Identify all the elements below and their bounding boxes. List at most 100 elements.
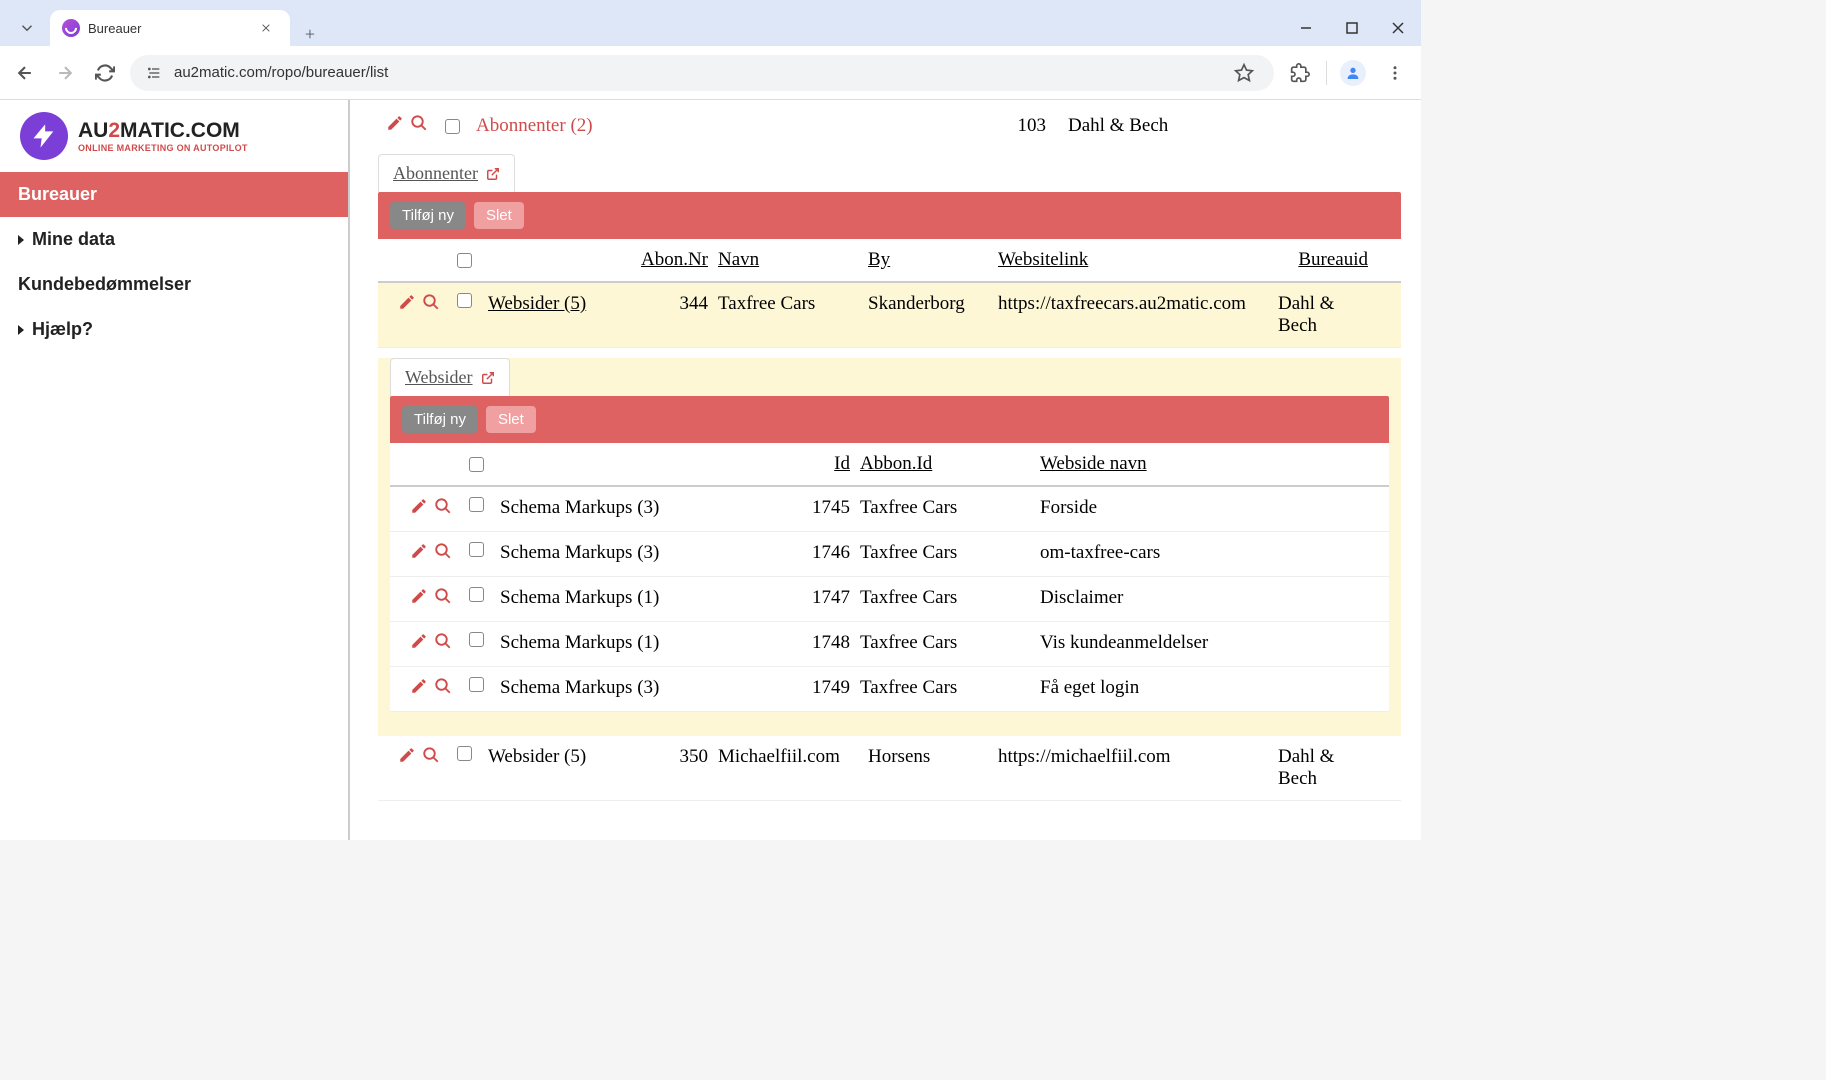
cell-abbon: Taxfree Cars	[860, 497, 1030, 519]
cell-webside-name: Disclaimer	[1040, 587, 1290, 609]
schema-link[interactable]: Schema Markups (1)	[500, 587, 780, 609]
site-info-icon[interactable]	[144, 63, 164, 83]
reload-button[interactable]	[90, 58, 120, 88]
row-checkbox[interactable]	[457, 746, 472, 761]
cell-bureau: Dahl & Bech	[1278, 746, 1368, 790]
row-checkbox[interactable]	[469, 542, 484, 557]
sidebar-item-label: Bureauer	[18, 184, 97, 205]
abonnent-parent-row: Abonnenter (2) 103 Dahl & Bech	[378, 108, 1401, 144]
sidebar-item-minedata[interactable]: Mine data	[0, 217, 348, 262]
edit-icon[interactable]	[398, 293, 416, 317]
cell-webside-name: Forside	[1040, 497, 1290, 519]
edit-icon[interactable]	[410, 542, 428, 566]
schema-link[interactable]: Schema Markups (3)	[500, 542, 780, 564]
cell-weblink: https://taxfreecars.au2matic.com	[998, 293, 1268, 315]
tab-close-button[interactable]: ×	[254, 16, 278, 40]
schema-link[interactable]: Schema Markups (3)	[500, 497, 780, 519]
edit-icon[interactable]	[386, 114, 404, 138]
search-icon[interactable]	[422, 746, 440, 770]
col-webside[interactable]: Webside navn	[1040, 453, 1290, 475]
col-navn[interactable]: Navn	[718, 249, 858, 271]
bookmark-star-icon[interactable]	[1228, 57, 1260, 89]
sidebar: AU2MATIC.COM ONLINE MARKETING ON AUTOPIL…	[0, 100, 350, 840]
cell-abbon: Taxfree Cars	[860, 542, 1030, 564]
edit-icon[interactable]	[410, 632, 428, 656]
col-by[interactable]: By	[868, 249, 988, 271]
delete-button[interactable]: Slet	[486, 406, 536, 433]
sidebar-item-bureauer[interactable]: Bureauer	[0, 172, 348, 217]
external-link-icon	[486, 167, 500, 181]
row-checkbox[interactable]	[457, 293, 472, 308]
abonnenter-tab[interactable]: Abonnenter	[378, 154, 515, 192]
search-icon[interactable]	[434, 632, 452, 656]
row-checkbox[interactable]	[469, 497, 484, 512]
extensions-button[interactable]	[1284, 57, 1316, 89]
add-button[interactable]: Tilføj ny	[402, 406, 478, 433]
chrome-menu-button[interactable]	[1379, 57, 1411, 89]
schema-link[interactable]: Schema Markups (3)	[500, 677, 780, 699]
external-link-icon	[481, 371, 495, 385]
col-bureauid[interactable]: Bureauid	[1278, 249, 1368, 271]
abon-toolbar: Tilføj ny Slet	[378, 192, 1401, 239]
websider-link[interactable]: Websider (5)	[488, 293, 608, 315]
window-minimize-button[interactable]	[1283, 10, 1329, 46]
sidebar-item-kundebedmmelser[interactable]: Kundebedømmelser	[0, 262, 348, 307]
search-icon[interactable]	[434, 542, 452, 566]
table-row: Schema Markups (1) 1748 Taxfree Cars Vis…	[390, 622, 1389, 667]
main-content: Abonnenter (2) 103 Dahl & Bech Abonnente…	[350, 100, 1421, 840]
schema-link[interactable]: Schema Markups (1)	[500, 632, 780, 654]
row-checkbox[interactable]	[469, 587, 484, 602]
cell-weblink: https://michaelfiil.com	[998, 746, 1268, 768]
col-websitelink[interactable]: Websitelink	[998, 249, 1268, 271]
websider-link[interactable]: Websider (5)	[488, 746, 608, 768]
bureau-name: Dahl & Bech	[1056, 115, 1316, 137]
websider-tab[interactable]: Websider	[390, 358, 510, 396]
cell-bureau: Dahl & Bech	[1278, 293, 1368, 337]
window-close-button[interactable]	[1375, 10, 1421, 46]
forward-button[interactable]	[50, 58, 80, 88]
abonnenter-link[interactable]: Abonnenter (2)	[476, 115, 976, 137]
edit-icon[interactable]	[410, 677, 428, 701]
search-icon[interactable]	[434, 497, 452, 521]
address-bar[interactable]: au2matic.com/ropo/bureauer/list	[130, 55, 1274, 91]
tab-search-button[interactable]	[4, 10, 50, 46]
select-all-checkbox[interactable]	[469, 457, 484, 472]
edit-icon[interactable]	[410, 497, 428, 521]
cell-by: Horsens	[868, 746, 988, 768]
edit-icon[interactable]	[398, 746, 416, 770]
sidebar-item-hjlp[interactable]: Hjælp?	[0, 307, 348, 352]
abon-table-header: Abon.Nr Navn By Websitelink Bureauid	[378, 239, 1401, 283]
logo-text: AU2MATIC.COM	[78, 119, 248, 143]
row-checkbox[interactable]	[469, 632, 484, 647]
window-maximize-button[interactable]	[1329, 10, 1375, 46]
abon-id: 103	[986, 115, 1046, 137]
search-icon[interactable]	[434, 587, 452, 611]
cell-id: 1747	[790, 587, 850, 609]
sidebar-item-label: Hjælp?	[32, 319, 93, 340]
col-id[interactable]: Id	[790, 453, 850, 475]
new-tab-button[interactable]: +	[298, 22, 322, 46]
table-row: Websider (5) 344 Taxfree Cars Skanderbor…	[378, 283, 1401, 348]
edit-icon[interactable]	[410, 587, 428, 611]
row-checkbox[interactable]	[469, 677, 484, 692]
cell-id: 1749	[790, 677, 850, 699]
cell-webside-name: Få eget login	[1040, 677, 1290, 699]
search-icon[interactable]	[434, 677, 452, 701]
profile-button[interactable]	[1337, 57, 1369, 89]
cell-abbon: Taxfree Cars	[860, 632, 1030, 654]
search-icon[interactable]	[422, 293, 440, 317]
back-button[interactable]	[10, 58, 40, 88]
row-checkbox[interactable]	[445, 119, 460, 134]
col-abbonid[interactable]: Abbon.Id	[860, 453, 1030, 475]
browser-tab[interactable]: Bureauer ×	[50, 10, 290, 46]
search-icon[interactable]	[410, 114, 428, 138]
browser-tab-strip: Bureauer × +	[0, 0, 1421, 46]
select-all-checkbox[interactable]	[457, 253, 472, 268]
cell-abbon: Taxfree Cars	[860, 677, 1030, 699]
add-button[interactable]: Tilføj ny	[390, 202, 466, 229]
logo[interactable]: AU2MATIC.COM ONLINE MARKETING ON AUTOPIL…	[0, 100, 348, 172]
delete-button[interactable]: Slet	[474, 202, 524, 229]
websider-tab-label: Websider	[405, 367, 473, 388]
table-row: Schema Markups (3) 1749 Taxfree Cars Få …	[390, 667, 1389, 712]
col-abonnr[interactable]: Abon.Nr	[618, 249, 708, 271]
